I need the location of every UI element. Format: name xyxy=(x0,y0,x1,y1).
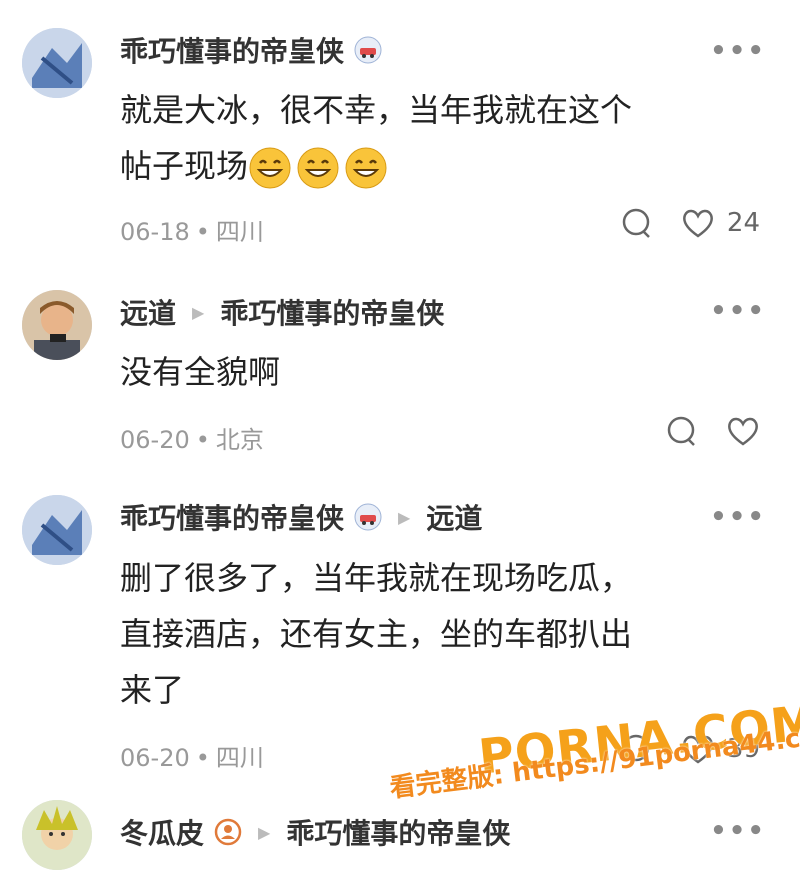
reply-bubble-icon[interactable] xyxy=(664,414,698,448)
comment-location: 四川 xyxy=(215,744,264,772)
username-row: 乖巧懂事的帝皇侠 ▶ 远道 xyxy=(120,497,482,537)
grin-emoji-icon xyxy=(248,147,296,189)
car-badge-icon xyxy=(354,503,382,531)
comment-text: 删了很多了，当年我就在现场吃瓜， 直接酒店，还有女主，坐的车都扒出 来了 xyxy=(120,559,633,709)
reply-bubble-icon[interactable] xyxy=(619,206,653,240)
reply-to-username[interactable]: 乖巧懂事的帝皇侠 xyxy=(286,812,510,852)
reply-to-username[interactable]: 远道 xyxy=(426,497,482,537)
grin-emoji-icon xyxy=(344,147,392,189)
comment-date: 06-18 xyxy=(120,218,190,246)
heart-icon xyxy=(681,207,715,239)
comment-text: 没有全貌啊 xyxy=(120,353,281,391)
comment-actions xyxy=(664,414,760,448)
reply-arrow-icon: ▶ xyxy=(258,822,271,842)
more-options-icon[interactable]: ••• xyxy=(710,502,766,532)
separator-dot: • xyxy=(195,218,210,246)
username-row: 乖巧懂事的帝皇侠 xyxy=(120,30,382,70)
comment-meta: 06-18 • 四川 xyxy=(120,212,264,247)
comment-meta: 06-20 • 北京 xyxy=(120,420,264,455)
more-options-icon[interactable]: ••• xyxy=(710,296,766,326)
reply-arrow-icon: ▶ xyxy=(398,507,411,527)
user-badge-icon xyxy=(214,818,242,846)
car-badge-icon xyxy=(354,36,382,64)
separator-dot: • xyxy=(195,744,210,772)
username-row: 远道 ▶ 乖巧懂事的帝皇侠 xyxy=(120,292,444,332)
separator-dot: • xyxy=(195,426,210,454)
comment-location: 四川 xyxy=(215,218,264,246)
username[interactable]: 远道 xyxy=(120,292,176,332)
comment-location: 北京 xyxy=(215,426,264,454)
comment-date: 06-20 xyxy=(120,744,190,772)
like-button[interactable]: 24 xyxy=(681,207,760,239)
comment-date: 06-20 xyxy=(120,426,190,454)
username[interactable]: 乖巧懂事的帝皇侠 xyxy=(120,30,344,70)
avatar[interactable] xyxy=(22,495,92,565)
reply-arrow-icon: ▶ xyxy=(192,302,205,322)
heart-icon xyxy=(726,415,760,447)
comment-text: 就是大冰，很不幸，当年我就在这个 帖子现场 xyxy=(120,82,760,194)
avatar[interactable] xyxy=(22,290,92,360)
more-options-icon[interactable]: ••• xyxy=(710,816,766,846)
reply-to-username[interactable]: 乖巧懂事的帝皇侠 xyxy=(220,292,444,332)
username[interactable]: 乖巧懂事的帝皇侠 xyxy=(120,497,344,537)
username-row: 冬瓜皮 ▶ 乖巧懂事的帝皇侠 xyxy=(120,812,510,852)
like-count: 24 xyxy=(726,208,760,238)
more-options-icon[interactable]: ••• xyxy=(710,36,766,66)
grin-emoji-icon xyxy=(296,147,344,189)
username[interactable]: 冬瓜皮 xyxy=(120,812,204,852)
like-button[interactable] xyxy=(726,415,760,447)
comment-meta: 06-20 • 四川 xyxy=(120,738,264,773)
avatar[interactable] xyxy=(22,28,92,98)
avatar[interactable] xyxy=(22,800,92,870)
comment-actions: 24 xyxy=(619,206,760,240)
